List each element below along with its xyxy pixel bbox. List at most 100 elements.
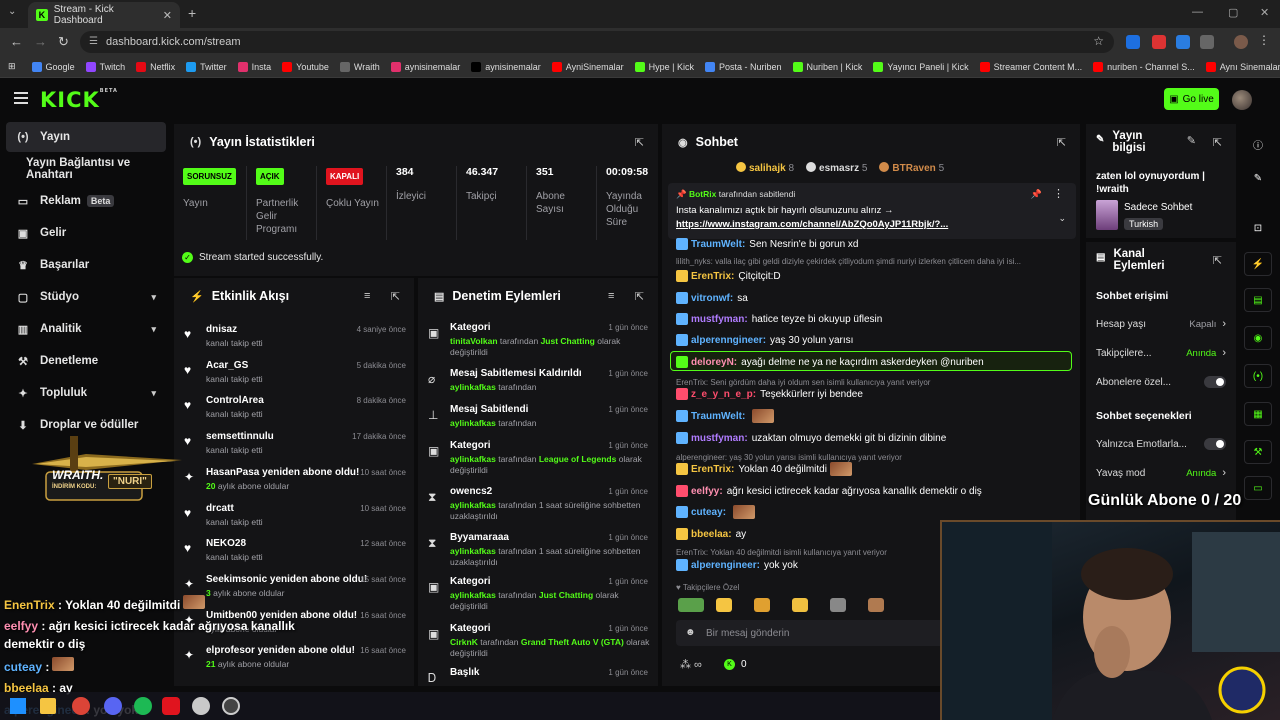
top-chatter[interactable]: BTRaven 5: [879, 162, 944, 174]
bookmark-item[interactable]: nuriben - Channel S...: [1093, 61, 1195, 72]
browser-tab[interactable]: K Stream - Kick Dashboard ✕: [28, 2, 180, 28]
list-item[interactable]: ♥ ControlArea kanalı takip etti 8 dakika ön…: [182, 393, 406, 427]
chat-message[interactable]: vitronwf: sa: [676, 290, 1070, 306]
new-tab-icon[interactable]: +: [188, 5, 196, 21]
info-icon[interactable]: ⓘ: [1244, 132, 1272, 156]
chat-username[interactable]: alperenngineer:: [691, 335, 766, 346]
sidebar-item[interactable]: ▥ Analitik ▾: [6, 314, 166, 344]
sidebar-item[interactable]: ▣ Gelir: [6, 218, 166, 248]
chrome-icon[interactable]: [72, 697, 90, 715]
sidebar-item[interactable]: ⚒ Denetleme: [6, 346, 166, 376]
file-explorer-icon[interactable]: [40, 698, 56, 714]
obs-icon[interactable]: [222, 697, 240, 715]
setting-row[interactable]: Yalnızca Emotlarla...: [1096, 438, 1226, 450]
chat-message[interactable]: deloreyN: ayağı delme ne ya ne kaçırdım a…: [676, 354, 1070, 370]
chat-bubble-icon[interactable]: ◉: [1244, 326, 1272, 350]
bookmark-item[interactable]: Hype | Kick: [634, 61, 694, 72]
chat-username[interactable]: eelfyy:: [691, 486, 723, 497]
start-icon[interactable]: [10, 698, 26, 714]
popout-icon[interactable]: ⇱: [1213, 254, 1222, 267]
list-item[interactable]: ♥ NEKO28 kanalı takip etti 12 saat önce: [182, 536, 406, 570]
back-icon[interactable]: ←: [10, 34, 23, 49]
broadcast-icon[interactable]: (•): [1244, 364, 1272, 388]
list-item[interactable]: ▣ Kategori CirknK tarafından Grand Theft A…: [426, 623, 652, 663]
emote[interactable]: [830, 598, 846, 612]
list-item[interactable]: ♥ drcatt kanalı takip etti 10 saat önce: [182, 501, 406, 535]
spotify-icon[interactable]: [134, 697, 152, 715]
setting-row[interactable]: Takipçilere... Anında ›: [1096, 347, 1226, 359]
discord-icon[interactable]: [104, 697, 122, 715]
chat-message[interactable]: mustfyman: hatice teyze bi okuyup üflesin: [676, 311, 1070, 327]
chat-username[interactable]: cuteay:: [691, 507, 726, 518]
bookmark-item[interactable]: AyniSinemalar: [551, 61, 624, 72]
emote[interactable]: [754, 598, 770, 612]
reload-icon[interactable]: ↻: [58, 34, 69, 50]
toggle-switch[interactable]: [1204, 438, 1226, 450]
bookmark-item[interactable]: aynisinemalar: [471, 61, 541, 72]
sidebar-item[interactable]: (•) Yayın: [6, 122, 166, 152]
chat-message[interactable]: mustfyman: uzaktan olmuyo demekki git bi …: [676, 430, 1070, 446]
extensions-puzzle-icon[interactable]: [1200, 35, 1214, 49]
list-item[interactable]: ⧗ Byyamaraaa aylinkafkas tarafından 1 saat…: [426, 532, 652, 572]
edit-icon[interactable]: ✎: [1187, 134, 1196, 147]
sidebar-item[interactable]: ▭ Reklam Beta: [6, 186, 166, 216]
setting-row[interactable]: Abonelere özel...: [1096, 376, 1226, 388]
list-item[interactable]: ⧗ owencs2 aylinkafkas tarafından 1 saat sü…: [426, 486, 652, 526]
more-options-icon[interactable]: ⋮: [1053, 187, 1064, 200]
bookmark-item[interactable]: Insta: [237, 61, 271, 72]
channel-points[interactable]: K 0: [724, 659, 747, 670]
printer-icon[interactable]: ▦: [1244, 402, 1272, 426]
chat-message[interactable]: TraumWelt: Sen Nesrin'e bi gorun xd: [676, 236, 1070, 252]
go-live-button[interactable]: ▣ Go live: [1164, 88, 1219, 110]
setting-row[interactable]: Hesap yaşı Kapalı ›: [1096, 318, 1226, 330]
popout-icon[interactable]: ⇱: [391, 290, 400, 303]
extension-icon[interactable]: [1176, 35, 1190, 49]
chat-username[interactable]: bbeelaa:: [691, 529, 732, 540]
list-item[interactable]: ▣ Kategori aylinkafkas tarafından Just Cha…: [426, 576, 652, 616]
top-chatter[interactable]: esmasrz 5: [806, 162, 867, 174]
filter-icon[interactable]: ≡: [364, 290, 370, 302]
list-item[interactable]: ⊥ Mesaj Sabitlendi aylinkafkas tarafından 1…: [426, 404, 652, 444]
popout-icon[interactable]: ⇱: [1213, 136, 1222, 149]
app-icon[interactable]: [162, 697, 180, 715]
bookmark-item[interactable]: Google: [31, 61, 75, 72]
sidebar-item[interactable]: ✦ Topluluk ▾: [6, 378, 166, 408]
apps-icon[interactable]: ⊞: [8, 61, 16, 72]
list-item[interactable]: ♥ Acar_GS kanalı takip etti 5 dakika önce: [182, 358, 406, 392]
close-window-icon[interactable]: ✕: [1260, 6, 1269, 19]
filter-icon[interactable]: ≡: [608, 290, 614, 302]
chat-username[interactable]: TraumWelt:: [691, 239, 745, 250]
emote[interactable]: [868, 598, 884, 612]
menu-icon[interactable]: [14, 92, 28, 104]
chat-message[interactable]: ErenTrix: Çitçitçit:D: [676, 268, 1070, 284]
extension-icon[interactable]: [1152, 35, 1166, 49]
toggle-switch[interactable]: [1204, 376, 1226, 388]
chat-username[interactable]: vitronwf:: [691, 293, 733, 304]
bookmark-item[interactable]: aynisinemalar: [390, 61, 460, 72]
list-item[interactable]: ▣ Kategori tinitaVolkan tarafından Just Ch…: [426, 322, 652, 362]
forward-icon[interactable]: →: [34, 34, 47, 49]
list-item[interactable]: ▣ Kategori aylinkafkas tarafından League o…: [426, 440, 652, 480]
chat-message[interactable]: ErenTrix: Yoklan 40 değilmitdi: [676, 461, 1070, 477]
chat-message[interactable]: alperenngineer: yaş 30 yolun yarısı: [676, 332, 1070, 348]
pin-icon[interactable]: 📌: [1031, 189, 1042, 200]
chat-username[interactable]: z_e_y_n_e_p:: [691, 389, 756, 400]
list-item[interactable]: ♥ semsettinnulu kanalı takip etti 17 dakika…: [182, 429, 406, 463]
popout-icon[interactable]: ⇱: [635, 290, 644, 303]
wrench-icon[interactable]: ⚒: [1244, 440, 1272, 464]
chat-username[interactable]: deloreyN:: [691, 357, 737, 368]
sidebar-item[interactable]: ♛ Başarılar: [6, 250, 166, 280]
bookmark-item[interactable]: Twitch: [85, 61, 125, 72]
bookmark-item[interactable]: Youtube: [282, 61, 329, 72]
popout-icon[interactable]: ⇱: [635, 136, 644, 149]
profile-icon[interactable]: [1234, 35, 1248, 49]
emote[interactable]: [792, 598, 808, 612]
bookmark-item[interactable]: Yayıncı Paneli | Kick: [873, 61, 969, 72]
bookmark-item[interactable]: Wraith: [339, 61, 380, 72]
address-bar[interactable]: ☰ dashboard.kick.com/stream ☆: [80, 31, 1114, 53]
close-tab-icon[interactable]: ✕: [163, 9, 172, 22]
setting-row[interactable]: Yavaş mod Anında ›: [1096, 467, 1226, 479]
emote[interactable]: [678, 598, 704, 612]
app-icon[interactable]: [192, 697, 210, 715]
document-icon[interactable]: ▤: [1244, 288, 1272, 312]
